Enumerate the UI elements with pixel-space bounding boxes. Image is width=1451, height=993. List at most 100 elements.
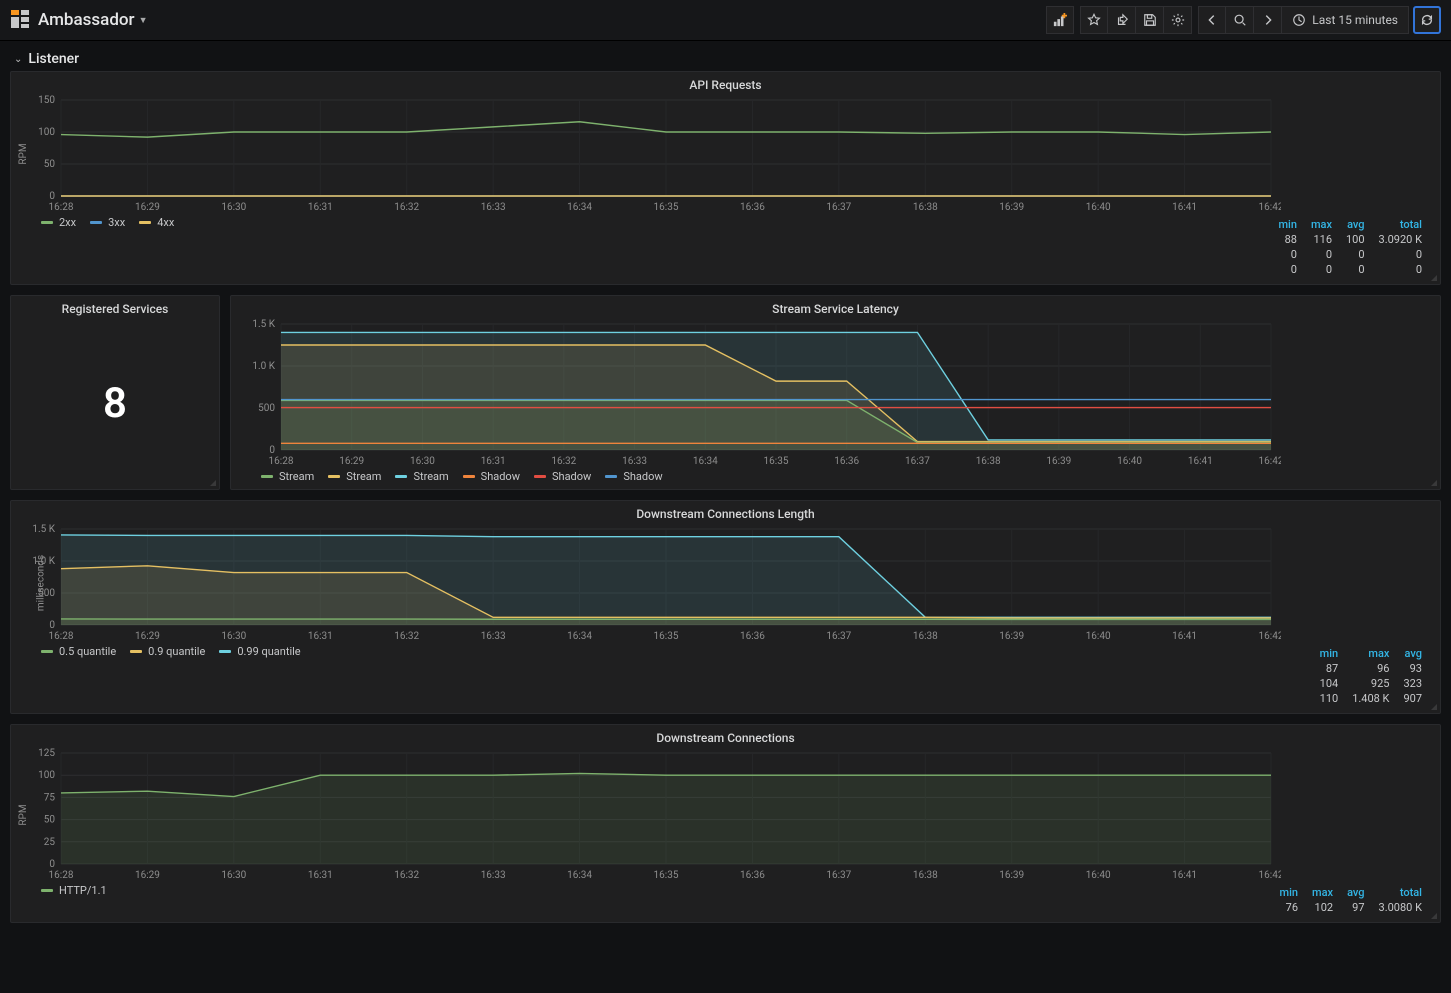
panel-stream-latency[interactable]: Stream Service Latency 05001.0 K1.5 K16:… <box>230 295 1441 490</box>
svg-text:16:42: 16:42 <box>1259 870 1281 881</box>
svg-text:16:28: 16:28 <box>49 631 74 642</box>
dashboard-title: Ambassador <box>38 10 135 30</box>
dashboard-title-dropdown[interactable]: Ambassador ▼ <box>38 10 147 30</box>
legend-item[interactable]: Shadow <box>534 470 591 483</box>
legend-item[interactable]: HTTP/1.1 <box>41 884 107 897</box>
svg-text:16:40: 16:40 <box>1086 202 1111 213</box>
svg-text:25: 25 <box>44 837 56 848</box>
svg-text:16:34: 16:34 <box>567 202 592 213</box>
row-title: Listener <box>28 51 79 67</box>
singlestat-value: 8 <box>11 318 219 489</box>
legend: Stream Stream Stream Shadow Shadow Shadow <box>261 470 663 483</box>
panel-registered-services[interactable]: Registered Services 8 <box>10 295 220 490</box>
svg-text:16:38: 16:38 <box>913 870 938 881</box>
legend-stats: minmaxavg8796931049253231101.408 K907 <box>1312 645 1430 707</box>
save-button[interactable] <box>1136 6 1164 34</box>
svg-text:100: 100 <box>38 127 55 138</box>
legend-item[interactable]: Stream <box>395 470 448 483</box>
svg-text:16:31: 16:31 <box>308 631 333 642</box>
svg-text:16:37: 16:37 <box>826 870 851 881</box>
legend: HTTP/1.1 <box>41 884 107 897</box>
row-toggle-listener[interactable]: ⌄ Listener <box>0 41 1451 71</box>
star-button[interactable] <box>1080 6 1108 34</box>
top-bar: Ambassador ▼ Last 15 minutes <box>0 0 1451 41</box>
legend-item[interactable]: 4xx <box>139 216 174 229</box>
svg-text:16:28: 16:28 <box>49 870 74 881</box>
svg-text:16:42: 16:42 <box>1259 202 1281 213</box>
add-panel-button[interactable] <box>1046 6 1074 34</box>
svg-text:1.0 K: 1.0 K <box>252 361 275 372</box>
y-axis-label: RPM <box>18 804 29 825</box>
time-forward-button[interactable] <box>1254 6 1282 34</box>
svg-text:500: 500 <box>258 403 275 414</box>
chart-latency: 05001.0 K1.5 K16:2816:2916:3016:3116:321… <box>231 318 1281 468</box>
svg-text:16:35: 16:35 <box>654 631 679 642</box>
svg-text:16:34: 16:34 <box>567 870 592 881</box>
refresh-button[interactable] <box>1413 6 1441 34</box>
svg-text:16:30: 16:30 <box>410 456 435 467</box>
svg-text:16:35: 16:35 <box>764 456 789 467</box>
svg-text:16:33: 16:33 <box>622 456 647 467</box>
svg-text:0: 0 <box>269 445 275 456</box>
svg-text:16:42: 16:42 <box>1259 631 1281 642</box>
svg-text:16:37: 16:37 <box>826 631 851 642</box>
svg-text:16:40: 16:40 <box>1086 870 1111 881</box>
caret-down-icon: ▼ <box>139 15 148 26</box>
svg-text:150: 150 <box>38 95 55 106</box>
time-range-picker[interactable]: Last 15 minutes <box>1282 6 1409 34</box>
svg-text:16:31: 16:31 <box>308 202 333 213</box>
svg-text:16:36: 16:36 <box>740 870 765 881</box>
panel-api-requests[interactable]: API Requests RPM 05010015016:2816:2916:3… <box>10 71 1441 285</box>
svg-text:16:32: 16:32 <box>394 202 419 213</box>
svg-text:50: 50 <box>44 159 56 170</box>
clock-icon <box>1292 13 1306 27</box>
legend-item[interactable]: 0.99 quantile <box>219 645 300 658</box>
legend-item[interactable]: 0.5 quantile <box>41 645 116 658</box>
legend-item[interactable]: Shadow <box>605 470 662 483</box>
svg-text:16:41: 16:41 <box>1172 202 1197 213</box>
panel-title: Registered Services <box>11 296 219 318</box>
svg-text:16:38: 16:38 <box>913 631 938 642</box>
svg-text:16:33: 16:33 <box>481 631 506 642</box>
svg-text:50: 50 <box>44 815 56 826</box>
dashboard-grid-icon[interactable] <box>10 9 30 32</box>
legend-item[interactable]: 3xx <box>90 216 125 229</box>
svg-text:16:31: 16:31 <box>481 456 506 467</box>
svg-text:16:37: 16:37 <box>826 202 851 213</box>
svg-text:16:28: 16:28 <box>269 456 294 467</box>
svg-text:1.5 K: 1.5 K <box>32 524 55 535</box>
legend-item[interactable]: 0.9 quantile <box>130 645 205 658</box>
panel-title: Downstream Connections Length <box>11 501 1440 523</box>
legend: 0.5 quantile 0.9 quantile 0.99 quantile <box>41 645 301 658</box>
svg-text:16:30: 16:30 <box>221 631 246 642</box>
chart-api: 05010015016:2816:2916:3016:3116:3216:331… <box>11 94 1281 214</box>
svg-text:0: 0 <box>49 859 55 870</box>
svg-text:0: 0 <box>49 191 55 202</box>
legend-item[interactable]: 2xx <box>41 216 76 229</box>
svg-text:16:37: 16:37 <box>905 456 930 467</box>
svg-text:125: 125 <box>38 748 55 759</box>
svg-text:16:36: 16:36 <box>740 631 765 642</box>
svg-text:16:34: 16:34 <box>567 631 592 642</box>
svg-text:16:38: 16:38 <box>976 456 1001 467</box>
legend-item[interactable]: Stream <box>261 470 314 483</box>
time-back-button[interactable] <box>1198 6 1226 34</box>
share-button[interactable] <box>1108 6 1136 34</box>
svg-text:16:35: 16:35 <box>654 202 679 213</box>
svg-text:16:33: 16:33 <box>481 870 506 881</box>
zoom-out-button[interactable] <box>1226 6 1254 34</box>
svg-text:16:29: 16:29 <box>339 456 364 467</box>
legend-item[interactable]: Shadow <box>463 470 520 483</box>
settings-button[interactable] <box>1164 6 1192 34</box>
panel-dc[interactable]: Downstream Connections RPM 0255075100125… <box>10 724 1441 923</box>
legend-item[interactable]: Stream <box>328 470 381 483</box>
svg-text:16:41: 16:41 <box>1172 870 1197 881</box>
svg-text:16:32: 16:32 <box>394 870 419 881</box>
svg-text:16:33: 16:33 <box>481 202 506 213</box>
svg-text:100: 100 <box>38 770 55 781</box>
svg-text:16:42: 16:42 <box>1259 456 1281 467</box>
panel-title: Stream Service Latency <box>231 296 1440 318</box>
svg-text:16:39: 16:39 <box>1046 456 1071 467</box>
svg-text:16:29: 16:29 <box>135 631 160 642</box>
panel-dc-length[interactable]: Downstream Connections Length millisecon… <box>10 500 1441 714</box>
